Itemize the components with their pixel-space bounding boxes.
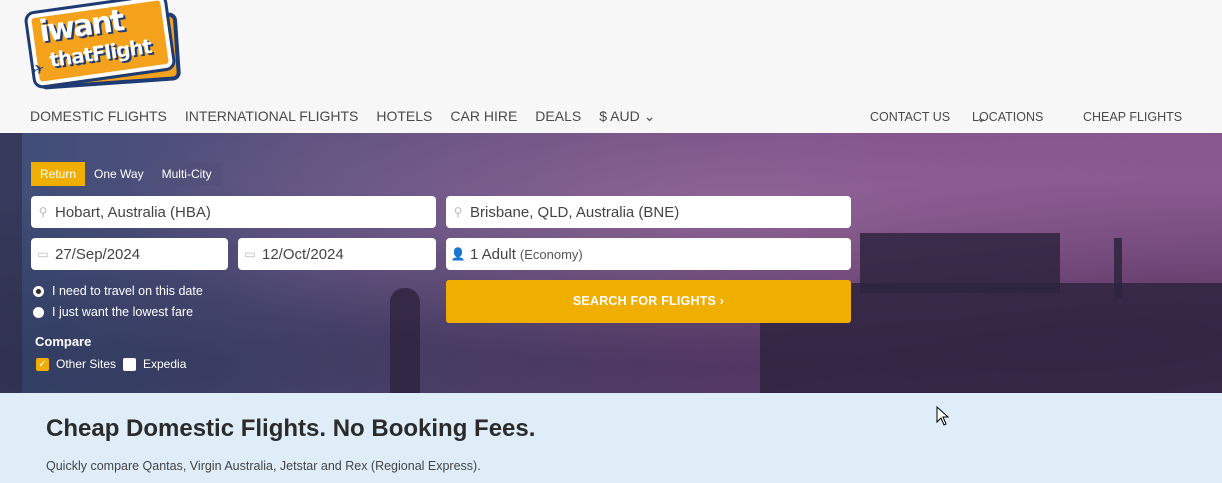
date-option-exact[interactable]: I need to travel on this date [33, 284, 203, 298]
page-heading: Cheap Domestic Flights. No Booking Fees. [46, 415, 536, 442]
destination-field[interactable]: ⚲ Brisbane, QLD, Australia (BNE) [446, 196, 851, 228]
site-logo[interactable]: iwant thatFlight ✈ [23, 0, 182, 91]
return-date-field[interactable]: ▭ 12/Oct/2024 [238, 238, 436, 270]
mouse-cursor-icon [936, 406, 950, 426]
nav-domestic-flights[interactable]: DOMESTIC FLIGHTS [30, 108, 167, 125]
compare-heading: Compare [35, 334, 92, 349]
radio-lowest-fare[interactable] [33, 306, 44, 318]
nav-contact-us[interactable]: CONTACT US [870, 110, 950, 124]
intro-section: Cheap Domestic Flights. No Booking Fees.… [0, 393, 1222, 483]
depart-date-field[interactable]: ▭ 27/Sep/2024 [31, 238, 228, 270]
radio-exact-date-label: I need to travel on this date [52, 284, 203, 298]
pole-silhouette [0, 133, 22, 393]
checkbox-other-sites-label: Other Sites [56, 357, 117, 371]
passengers-field[interactable]: 👤 1 Adult (Economy) [446, 238, 851, 270]
destination-value: Brisbane, QLD, Australia (BNE) [470, 203, 680, 221]
user-icon: 👤 [450, 247, 466, 261]
antenna-silhouette [1114, 238, 1122, 298]
location-pin-icon: ⚲ [38, 205, 48, 219]
roof-silhouette [860, 233, 1060, 293]
tab-one-way[interactable]: One Way [85, 162, 153, 186]
nav-hotels[interactable]: HOTELS [376, 108, 432, 125]
compare-other-sites[interactable]: ✓ Other Sites [36, 357, 116, 371]
radio-lowest-fare-label: I just want the lowest fare [52, 305, 194, 319]
nav-international-flights[interactable]: INTERNATIONAL FLIGHTS [185, 108, 358, 125]
tab-return[interactable]: Return [31, 162, 86, 186]
nav-currency[interactable]: $ AUD ⌄ [599, 108, 655, 125]
calendar-icon: ▭ [37, 247, 49, 261]
origin-field[interactable]: ⚲ Hobart, Australia (HBA) [31, 196, 436, 228]
nav-deals[interactable]: DEALS [535, 108, 581, 125]
person-silhouette [390, 288, 420, 393]
trip-type-tabs: Return One Way Multi-City [31, 162, 221, 186]
nav-cheap-flights[interactable]: CHEAP FLIGHTS [1083, 110, 1182, 124]
checkbox-expedia[interactable] [123, 357, 136, 371]
nav-car-hire[interactable]: CAR HIRE [450, 108, 517, 125]
currency-label: $ AUD [599, 108, 640, 124]
chevron-down-icon: ⌄ [643, 108, 656, 124]
radio-exact-date[interactable] [33, 285, 44, 297]
depart-date-value: 27/Sep/2024 [55, 245, 141, 263]
cabin-class-value: (Economy) [519, 246, 583, 262]
compare-expedia[interactable]: Expedia [123, 357, 186, 371]
location-pin-icon: ⚲ [453, 205, 463, 219]
main-nav: DOMESTIC FLIGHTS INTERNATIONAL FLIGHTS H… [30, 108, 655, 125]
passengers-value: 1 Adult [470, 245, 516, 263]
checkbox-expedia-label: Expedia [143, 357, 187, 371]
checkbox-other-sites[interactable]: ✓ [36, 357, 49, 371]
tab-multi-city[interactable]: Multi-City [152, 162, 221, 186]
return-date-value: 12/Oct/2024 [262, 245, 344, 263]
site-header: iwant thatFlight ✈ DOMESTIC FLIGHTS INTE… [0, 0, 1222, 133]
chevron-down-icon: ⌄ [976, 111, 987, 125]
date-option-lowest-fare[interactable]: I just want the lowest fare [33, 305, 193, 319]
origin-value: Hobart, Australia (HBA) [55, 203, 211, 221]
search-flights-button[interactable]: SEARCH FOR FLIGHTS › [446, 280, 851, 323]
calendar-icon: ▭ [244, 247, 256, 261]
page-subtext: Quickly compare Qantas, Virgin Australia… [46, 459, 481, 473]
